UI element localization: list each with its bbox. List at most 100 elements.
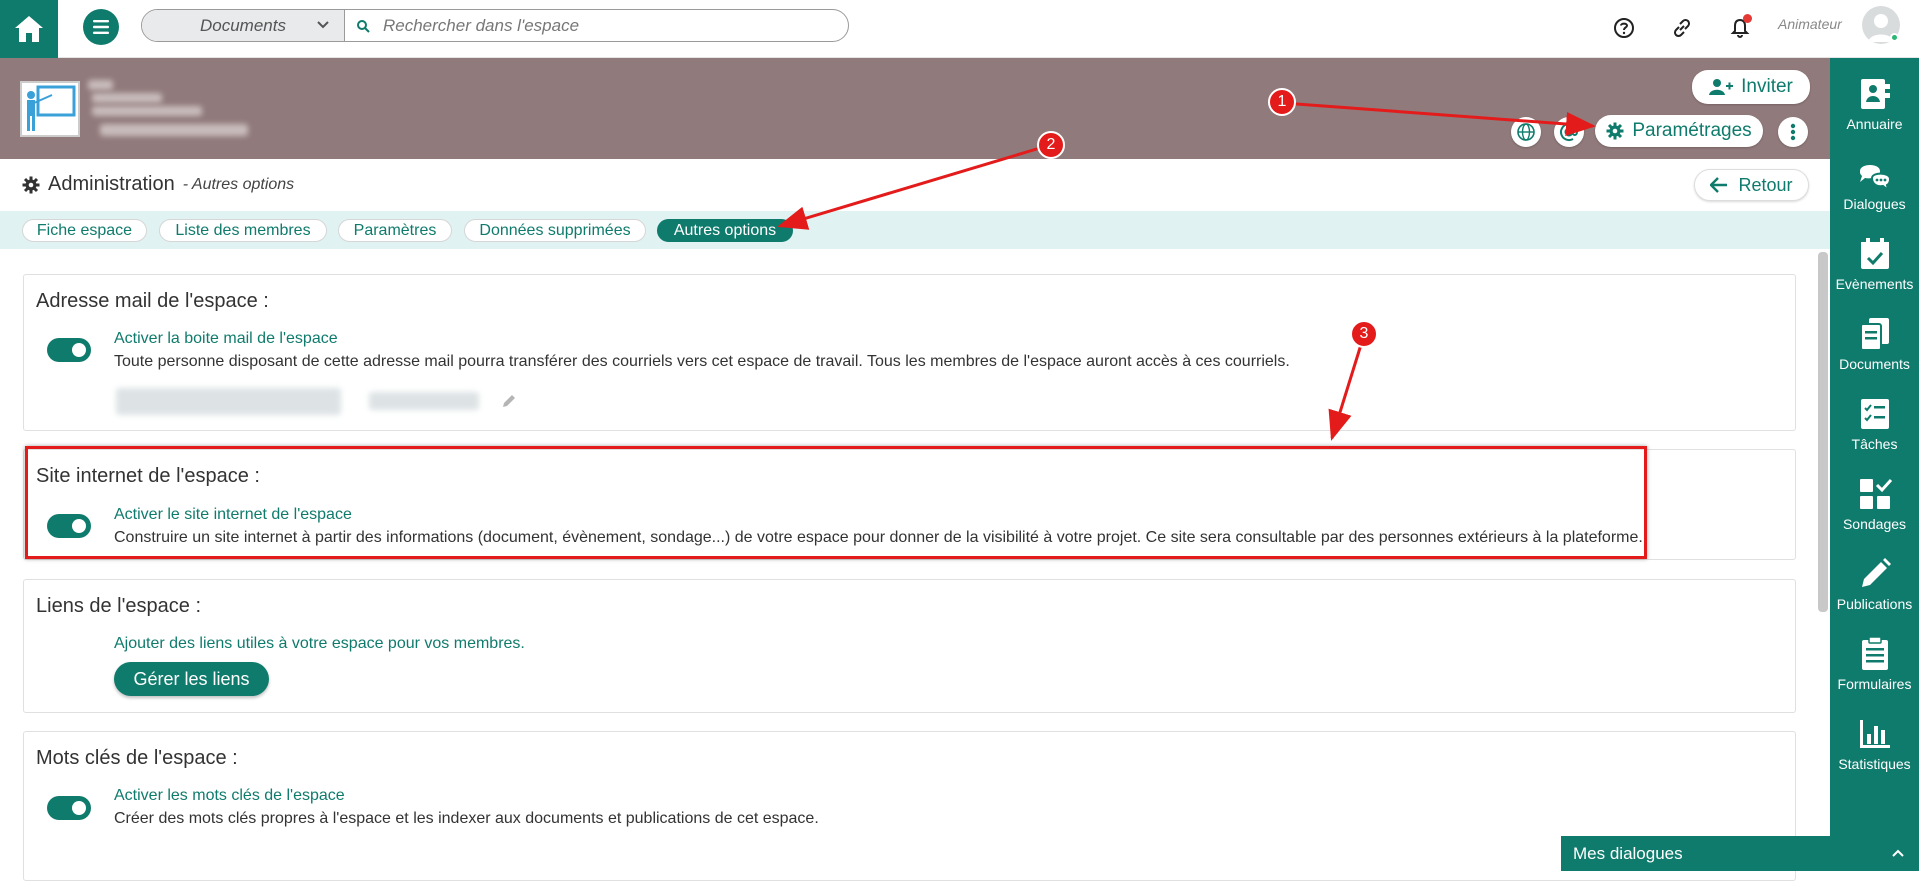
- at-sign-icon: [1560, 123, 1579, 142]
- section-keywords: Mots clés de l'espace : Activer les mots…: [23, 731, 1796, 881]
- mail-toggle[interactable]: [47, 338, 91, 362]
- keywords-description: Créer des mots clés propres à l'espace e…: [114, 810, 819, 827]
- sidebar-item-label: Annuaire: [1846, 116, 1903, 132]
- sidebar-item-statistiques[interactable]: Statistiques: [1830, 716, 1919, 772]
- annotation-badge-3: 3: [1350, 320, 1378, 348]
- search-scope-select[interactable]: Documents: [142, 10, 345, 41]
- hamburger-icon: [93, 20, 109, 34]
- directory-icon: [1860, 79, 1890, 109]
- tasks-icon: [1860, 399, 1889, 429]
- top-bar: Documents Animateur: [0, 0, 1919, 58]
- globe-icon: [1517, 123, 1535, 141]
- invite-button[interactable]: Inviter: [1692, 70, 1810, 104]
- space-header: [0, 58, 1830, 159]
- chevron-up-icon: [1892, 849, 1904, 857]
- keywords-activate-link[interactable]: Activer les mots clés de l'espace: [114, 787, 345, 805]
- arrow-left-icon: [1710, 177, 1728, 193]
- home-button[interactable]: [0, 0, 58, 58]
- tab-label: Données supprimées: [479, 221, 631, 239]
- space-info-redacted: [92, 106, 202, 116]
- notifications-button[interactable]: [1726, 14, 1754, 42]
- sidebar-item-label: Evènements: [1835, 276, 1914, 292]
- highlight-box: [25, 446, 1647, 559]
- back-label: Retour: [1738, 174, 1793, 195]
- pencil-icon: [1861, 558, 1891, 587]
- notification-dot: [1743, 14, 1752, 23]
- tab-autres-options[interactable]: Autres options: [657, 219, 793, 242]
- mail-activate-link[interactable]: Activer la boite mail de l'espace: [114, 330, 338, 348]
- section-links: Liens de l'espace : Ajouter des liens ut…: [23, 579, 1796, 713]
- add-user-icon: [1709, 79, 1734, 95]
- tab-label: Paramètres: [353, 221, 437, 239]
- sidebar-item-evenements[interactable]: Evènements: [1830, 236, 1919, 292]
- stats-icon: [1859, 720, 1890, 748]
- tab-fiche-espace[interactable]: Fiche espace: [22, 219, 147, 242]
- sidebar-item-documents[interactable]: Documents: [1830, 316, 1919, 372]
- tab-label: Autres options: [673, 221, 777, 239]
- page-title-text: Administration: [48, 173, 175, 195]
- mail-description: Toute personne disposant de cette adress…: [114, 353, 1290, 370]
- chat-icon: [1859, 165, 1891, 192]
- sidebar-item-label: Tâches: [1851, 436, 1898, 452]
- calendar-icon: [1860, 238, 1889, 269]
- sidebar-item-annuaire[interactable]: Annuaire: [1830, 76, 1919, 132]
- gear-icon: [1606, 122, 1624, 140]
- help-button[interactable]: [1610, 14, 1638, 42]
- documents-icon: [1859, 318, 1889, 351]
- forms-icon: [1861, 636, 1888, 670]
- sidebar-item-dialogues[interactable]: Dialogues: [1830, 156, 1919, 212]
- space-logo: [20, 81, 80, 137]
- manage-links-button[interactable]: Gérer les liens: [114, 662, 269, 696]
- gear-icon: [22, 176, 40, 193]
- page-subtitle: - Autres options: [182, 175, 295, 193]
- search-scope-label: Documents: [200, 15, 286, 35]
- my-dialogs-bar[interactable]: Mes dialogues: [1561, 836, 1919, 871]
- tab-label: Fiche espace: [36, 221, 133, 239]
- tab-donnees-supprimees[interactable]: Données supprimées: [464, 219, 646, 242]
- manage-links-label: Gérer les liens: [133, 668, 250, 689]
- right-sidebar: Annuaire Dialogues Evènements Documents …: [1830, 58, 1919, 871]
- tab-parametres[interactable]: Paramètres: [338, 219, 452, 242]
- sidebar-item-label: Sondages: [1842, 516, 1907, 532]
- kebab-menu-icon: [1790, 123, 1796, 141]
- sidebar-item-label: Statistiques: [1838, 756, 1911, 772]
- scrollbar[interactable]: [1818, 252, 1828, 612]
- sidebar-item-label: Publications: [1836, 596, 1913, 612]
- sidebar-item-publications[interactable]: Publications: [1830, 556, 1919, 612]
- annotation-badge-1: 1: [1268, 88, 1296, 116]
- home-icon: [15, 16, 43, 42]
- pencil-icon[interactable]: [500, 392, 518, 410]
- search-input[interactable]: [381, 10, 848, 41]
- mail-domain-redacted: [369, 392, 479, 410]
- polls-icon: [1859, 478, 1892, 509]
- keywords-toggle[interactable]: [47, 796, 91, 820]
- section-mail: Adresse mail de l'espace : Activer la bo…: [23, 274, 1796, 431]
- link-icon: [1673, 18, 1691, 38]
- online-status-dot: [1890, 33, 1899, 42]
- section-title: Mots clés de l'espace :: [36, 747, 238, 769]
- space-name-redacted: [88, 80, 113, 90]
- links-add-text: Ajouter des liens utiles à votre espace …: [114, 635, 525, 652]
- sidebar-item-label: Documents: [1839, 356, 1910, 372]
- main-menu-button[interactable]: [83, 9, 119, 45]
- teacher-icon: [27, 85, 76, 131]
- section-title: Adresse mail de l'espace :: [36, 290, 269, 312]
- sidebar-item-formulaires[interactable]: Formulaires: [1830, 636, 1919, 692]
- tab-liste-membres[interactable]: Liste des membres: [159, 219, 327, 242]
- section-title: Liens de l'espace :: [36, 595, 202, 617]
- links-button[interactable]: [1668, 14, 1696, 42]
- sidebar-item-label: Dialogues: [1843, 196, 1906, 212]
- sidebar-item-sondages[interactable]: Sondages: [1830, 476, 1919, 532]
- sidebar-item-taches[interactable]: Tâches: [1830, 396, 1919, 452]
- settings-button[interactable]: Paramétrages: [1595, 115, 1763, 147]
- email-button[interactable]: [1554, 117, 1584, 147]
- invite-label: Inviter: [1741, 76, 1793, 97]
- settings-label: Paramétrages: [1632, 120, 1752, 141]
- back-button[interactable]: Retour: [1694, 169, 1809, 201]
- more-options-button[interactable]: [1778, 117, 1808, 147]
- public-site-button[interactable]: [1511, 117, 1541, 147]
- space-info-redacted: [92, 93, 162, 103]
- chevron-down-icon: [317, 21, 329, 29]
- page-title: Administration - Autres options: [22, 173, 294, 196]
- space-info-redacted: [100, 124, 248, 136]
